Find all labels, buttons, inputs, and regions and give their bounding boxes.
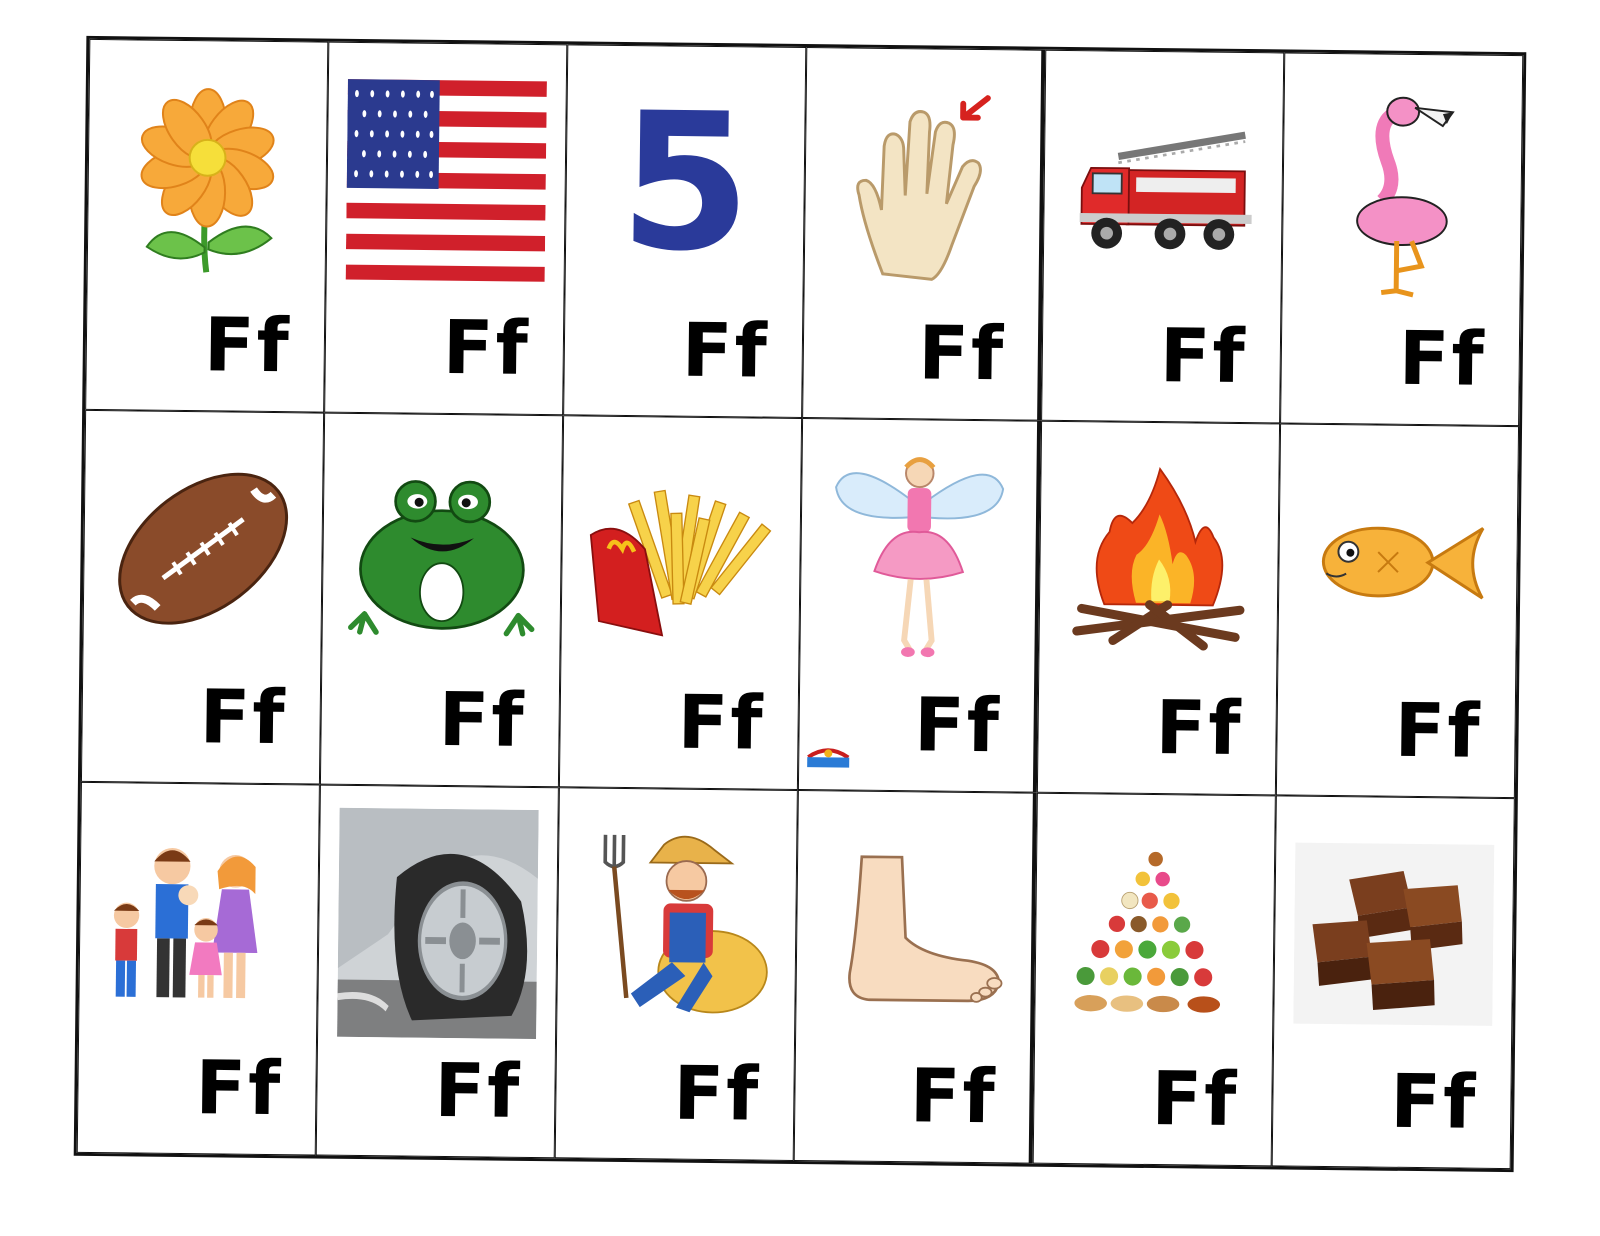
card-flag: Ff — [324, 41, 568, 416]
finger-icon — [823, 70, 1022, 301]
card-letter: Ff — [909, 1053, 998, 1141]
card-letter: Ff — [199, 673, 287, 761]
card-family: Ff — [76, 781, 320, 1156]
fairy-icon — [819, 442, 1018, 673]
card-letter: Ff — [913, 681, 1002, 769]
flashcard-grid: Ff Ff 5 Ff Ff Ff Ff Ff Ff Ff Ff Ff Ff Ff… — [73, 35, 1527, 1173]
flashcard-sheet: Ff Ff 5 Ff Ff Ff Ff Ff Ff Ff Ff Ff Ff Ff… — [73, 35, 1527, 1173]
card-letter: Ff — [438, 676, 526, 764]
card-fries: Ff — [558, 415, 803, 790]
card-letter: Ff — [1389, 1058, 1478, 1146]
farmer-icon — [576, 810, 778, 1041]
card-letter: Ff — [442, 305, 531, 393]
card-letter: Ff — [917, 310, 1006, 398]
card-food-pyramid: Ff — [1032, 792, 1276, 1167]
flamingo-icon — [1301, 76, 1503, 307]
card-five: 5 Ff — [563, 44, 807, 419]
card-letter: Ff — [1159, 313, 1248, 401]
card-frog: Ff — [319, 412, 564, 787]
card-fire: Ff — [1036, 421, 1281, 796]
family-icon — [98, 805, 300, 1036]
card-letter: Ff — [1150, 1055, 1239, 1143]
card-letter: Ff — [677, 679, 765, 767]
card-flat-tire: Ff — [315, 784, 559, 1159]
card-letter: Ff — [673, 1050, 761, 1138]
fries-icon — [580, 439, 782, 670]
flat-tire-icon — [337, 807, 539, 1039]
card-letter: Ff — [195, 1045, 283, 1132]
fudge-icon — [1293, 818, 1495, 1049]
card-letter: Ff — [203, 302, 292, 390]
food-pyramid-icon — [1054, 816, 1256, 1047]
flower-icon — [106, 62, 308, 293]
card-flower: Ff — [85, 38, 329, 413]
football-icon — [102, 434, 304, 665]
five-numeral: 5 — [618, 71, 752, 293]
card-fairy: Ff — [797, 418, 1042, 793]
fire-truck-icon — [1062, 73, 1264, 304]
card-letter: Ff — [681, 307, 770, 395]
card-letter: Ff — [1398, 315, 1487, 403]
card-flamingo: Ff — [1280, 52, 1524, 427]
card-football: Ff — [80, 410, 325, 785]
foot-icon — [815, 813, 1014, 1044]
card-letter: Ff — [1394, 687, 1482, 775]
card-fish: Ff — [1275, 423, 1520, 798]
publisher-logo — [803, 743, 853, 772]
fire-icon — [1058, 444, 1260, 675]
card-fudge: Ff — [1271, 795, 1515, 1170]
card-farmer: Ff — [554, 786, 798, 1161]
card-fire-truck: Ff — [1041, 49, 1285, 424]
fish-icon — [1297, 447, 1499, 678]
card-letter: Ff — [1155, 684, 1243, 772]
card-letter: Ff — [434, 1047, 522, 1135]
card-finger: Ff — [802, 47, 1046, 422]
frog-icon — [341, 436, 543, 667]
flag-icon — [345, 65, 547, 296]
card-foot: Ff — [793, 789, 1037, 1164]
five-icon: 5 — [584, 68, 786, 299]
